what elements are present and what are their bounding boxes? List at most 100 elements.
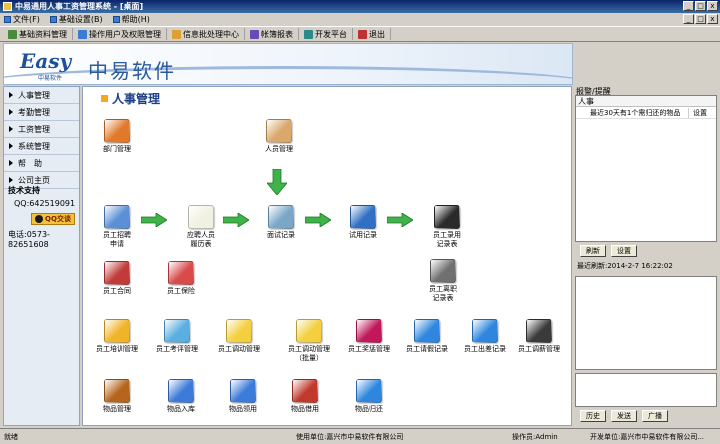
- support-title: 技术支持: [8, 186, 40, 195]
- menu-settings[interactable]: 基础设置(B): [49, 14, 103, 25]
- settings-icon: [49, 16, 57, 23]
- qq-chat-label: QQ交谈: [45, 215, 71, 223]
- triangle-right-icon: [9, 160, 13, 166]
- module-node-19[interactable]: 物品入库: [151, 379, 211, 414]
- send-button[interactable]: 发送: [611, 410, 637, 422]
- toolbar-button-label: 开发平台: [315, 29, 347, 39]
- sidebar-item-label: 考勤管理: [18, 107, 50, 117]
- menu-settings-label: 基础设置(B): [58, 15, 103, 24]
- module-node-5[interactable]: 试用记录: [333, 205, 393, 240]
- module-label: 应聘人员 履历表: [187, 231, 215, 248]
- module-icon: [164, 319, 190, 343]
- module-node-14[interactable]: 员工奖惩管理: [339, 319, 399, 354]
- module-node-20[interactable]: 物品领用: [213, 379, 273, 414]
- module-icon: [104, 261, 130, 285]
- module-icon: [356, 379, 382, 403]
- qq-icon: [35, 215, 44, 223]
- module-node-3[interactable]: 应聘人员 履历表: [171, 205, 231, 249]
- menu-help-label: 帮助(H): [121, 15, 150, 24]
- mdi-minimize-icon[interactable]: _: [683, 14, 694, 24]
- module-node-4[interactable]: 面试记录: [251, 205, 311, 240]
- module-label: 物品入库: [167, 405, 195, 413]
- alarm-row[interactable]: 最近30天有1个需归还的物品 设置: [576, 107, 716, 119]
- module-node-9[interactable]: 员工离职 记录表: [413, 259, 473, 303]
- module-label: 员工保险: [167, 287, 195, 295]
- module-node-15[interactable]: 员工请假记录: [397, 319, 457, 354]
- support-qq: QQ:642519091: [14, 199, 76, 208]
- alarm-text: 最近30天有1个需归还的物品: [590, 108, 681, 117]
- maximize-icon[interactable]: □: [695, 1, 706, 11]
- alarm-list[interactable]: 人事 最近30天有1个需归还的物品 设置: [575, 95, 717, 242]
- refresh-time: 最近刷新:2014-2-7 16:22:02: [577, 262, 673, 270]
- module-label: 员工考评管理: [156, 345, 198, 353]
- module-icon: [104, 379, 130, 403]
- module-label: 员工合同: [103, 287, 131, 295]
- toolbar-button-3[interactable]: 帐簿报表: [245, 28, 299, 40]
- sidebar-item-1[interactable]: 考勤管理: [4, 104, 79, 121]
- module-label: 员工调动管理 （批量）: [288, 345, 330, 362]
- qq-chat-button[interactable]: QQ交谈: [31, 213, 75, 225]
- logo: Easy 中易软件: [20, 47, 78, 83]
- module-icon: [168, 379, 194, 403]
- arrow-right-icon: [305, 213, 331, 227]
- module-node-2[interactable]: 员工招聘 申请: [87, 205, 147, 249]
- module-label: 部门管理: [103, 145, 131, 153]
- sidebar: 人事管理 考勤管理 工资管理 系统管理帮 助公司主页 技术支持 QQ:64251909…: [3, 86, 80, 426]
- module-label: 物品领用: [229, 405, 257, 413]
- module-node-7[interactable]: 员工合同: [87, 261, 147, 296]
- message-input[interactable]: [575, 373, 717, 407]
- status-user-unit: 使用单位:嘉兴市中易软件有限公司: [296, 432, 404, 441]
- mdi-close-icon[interactable]: x: [707, 14, 718, 24]
- toolbar-button-label: 基础资料管理: [19, 29, 67, 39]
- sidebar-item-2[interactable]: 工资管理: [4, 121, 79, 138]
- brand-name: 中易软件: [88, 59, 176, 83]
- module-node-6[interactable]: 员工录用 记录表: [417, 205, 477, 249]
- support-phone: 电话:0573-82651608: [8, 230, 50, 249]
- module-node-0[interactable]: 部门管理: [87, 119, 147, 154]
- sidebar-item-3[interactable]: 系统管理: [4, 138, 79, 155]
- module-icon: [104, 119, 130, 143]
- toolbar-button-label: 信息批处理中心: [183, 29, 239, 39]
- alarm-action[interactable]: 设置: [688, 107, 707, 118]
- broadcast-button[interactable]: 广播: [642, 410, 668, 422]
- alarm-settings-button[interactable]: 设置: [611, 245, 637, 257]
- minimize-icon[interactable]: _: [683, 1, 694, 11]
- module-node-22[interactable]: 物品归还: [339, 379, 399, 414]
- module-node-21[interactable]: 物品借用: [275, 379, 335, 414]
- module-icon: [104, 205, 130, 229]
- module-node-8[interactable]: 员工保险: [151, 261, 211, 296]
- toolbar-button-5[interactable]: 退出: [353, 28, 391, 40]
- module-node-10[interactable]: 员工培训管理: [87, 319, 147, 354]
- module-node-13[interactable]: 员工调动管理 （批量）: [279, 319, 339, 363]
- mdi-restore-icon[interactable]: □: [695, 14, 706, 24]
- toolbar-button-2[interactable]: 信息批处理中心: [167, 28, 245, 40]
- module-node-11[interactable]: 员工考评管理: [147, 319, 207, 354]
- toolbar-button-1[interactable]: 操作用户及权限管理: [73, 28, 167, 40]
- module-label: 员工培训管理: [96, 345, 138, 353]
- module-label: 员工招聘 申请: [103, 231, 131, 248]
- module-label: 物品借用: [291, 405, 319, 413]
- module-icon: [104, 319, 130, 343]
- module-node-1[interactable]: 人员管理: [249, 119, 309, 154]
- toolbar-button-4[interactable]: 开发平台: [299, 28, 353, 40]
- right-panel: 报警/提醒 人事 最近30天有1个需归还的物品 设置 刷新 设置 最近刷新:20…: [575, 86, 717, 426]
- arrow-right-icon: [387, 213, 413, 227]
- menu-help[interactable]: 帮助(H): [112, 14, 150, 25]
- module-node-17[interactable]: 员工调薪管理: [509, 319, 569, 354]
- toolbar-button-0[interactable]: 基础资料管理: [3, 28, 73, 40]
- history-button[interactable]: 历史: [580, 410, 606, 422]
- message-history-box[interactable]: [575, 276, 717, 370]
- module-node-12[interactable]: 员工调动管理: [209, 319, 269, 354]
- sidebar-item-0[interactable]: 人事管理: [4, 87, 79, 104]
- alarm-title: 报警/提醒: [576, 87, 611, 96]
- refresh-button[interactable]: 刷新: [580, 245, 606, 257]
- module-node-18[interactable]: 物品管理: [87, 379, 147, 414]
- module-icon: [230, 379, 256, 403]
- banner: Easy 中易软件 中易软件: [3, 43, 573, 85]
- arrow-right-icon: [223, 213, 249, 227]
- menu-file[interactable]: 文件(F): [4, 14, 40, 25]
- close-icon[interactable]: x: [707, 1, 718, 11]
- module-node-16[interactable]: 员工出差记录: [455, 319, 515, 354]
- sidebar-item-4[interactable]: 帮 助: [4, 155, 79, 172]
- module-label: 员工奖惩管理: [348, 345, 390, 353]
